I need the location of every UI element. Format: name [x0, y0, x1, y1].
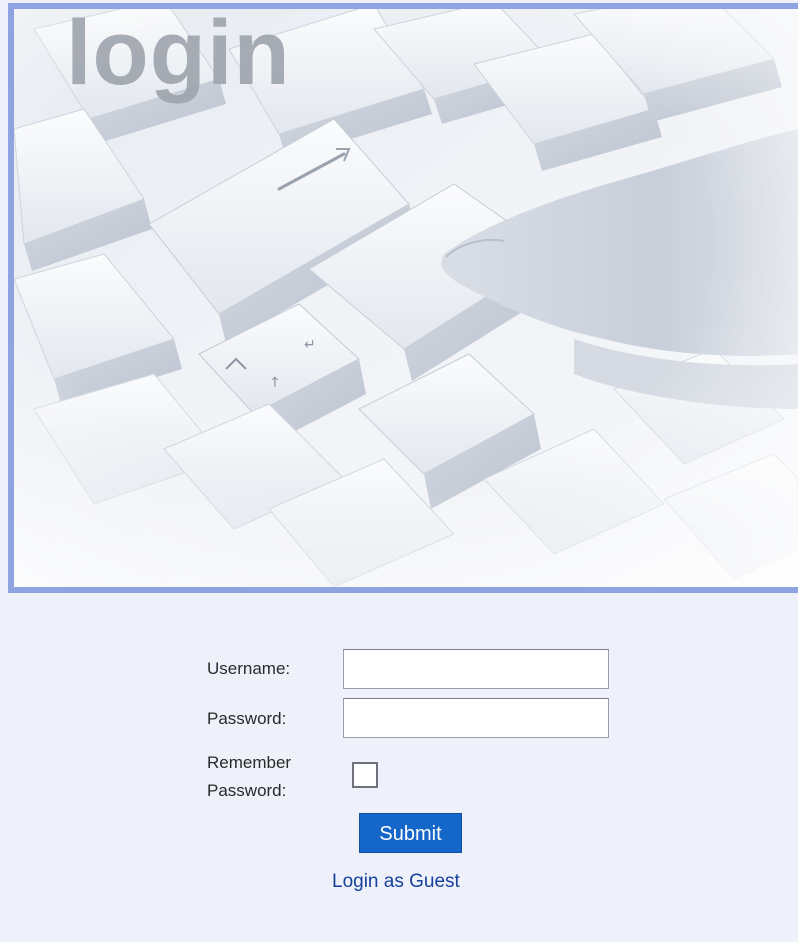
login-page: ↑ ↵ login Username: — [0, 0, 798, 942]
remember-password-checkbox[interactable] — [352, 762, 378, 788]
remember-label-line2: Password: — [207, 781, 287, 800]
password-label: Password: — [207, 709, 287, 728]
submit-button[interactable]: Submit — [359, 813, 462, 853]
login-as-guest-link[interactable]: Login as Guest — [332, 870, 460, 894]
username-input[interactable] — [343, 649, 609, 689]
remember-label-line1: Remember — [207, 753, 292, 772]
login-heading: login — [66, 3, 291, 104]
login-banner: ↑ ↵ login — [8, 3, 798, 593]
username-label: Username: — [207, 659, 291, 678]
password-input[interactable] — [343, 698, 609, 738]
